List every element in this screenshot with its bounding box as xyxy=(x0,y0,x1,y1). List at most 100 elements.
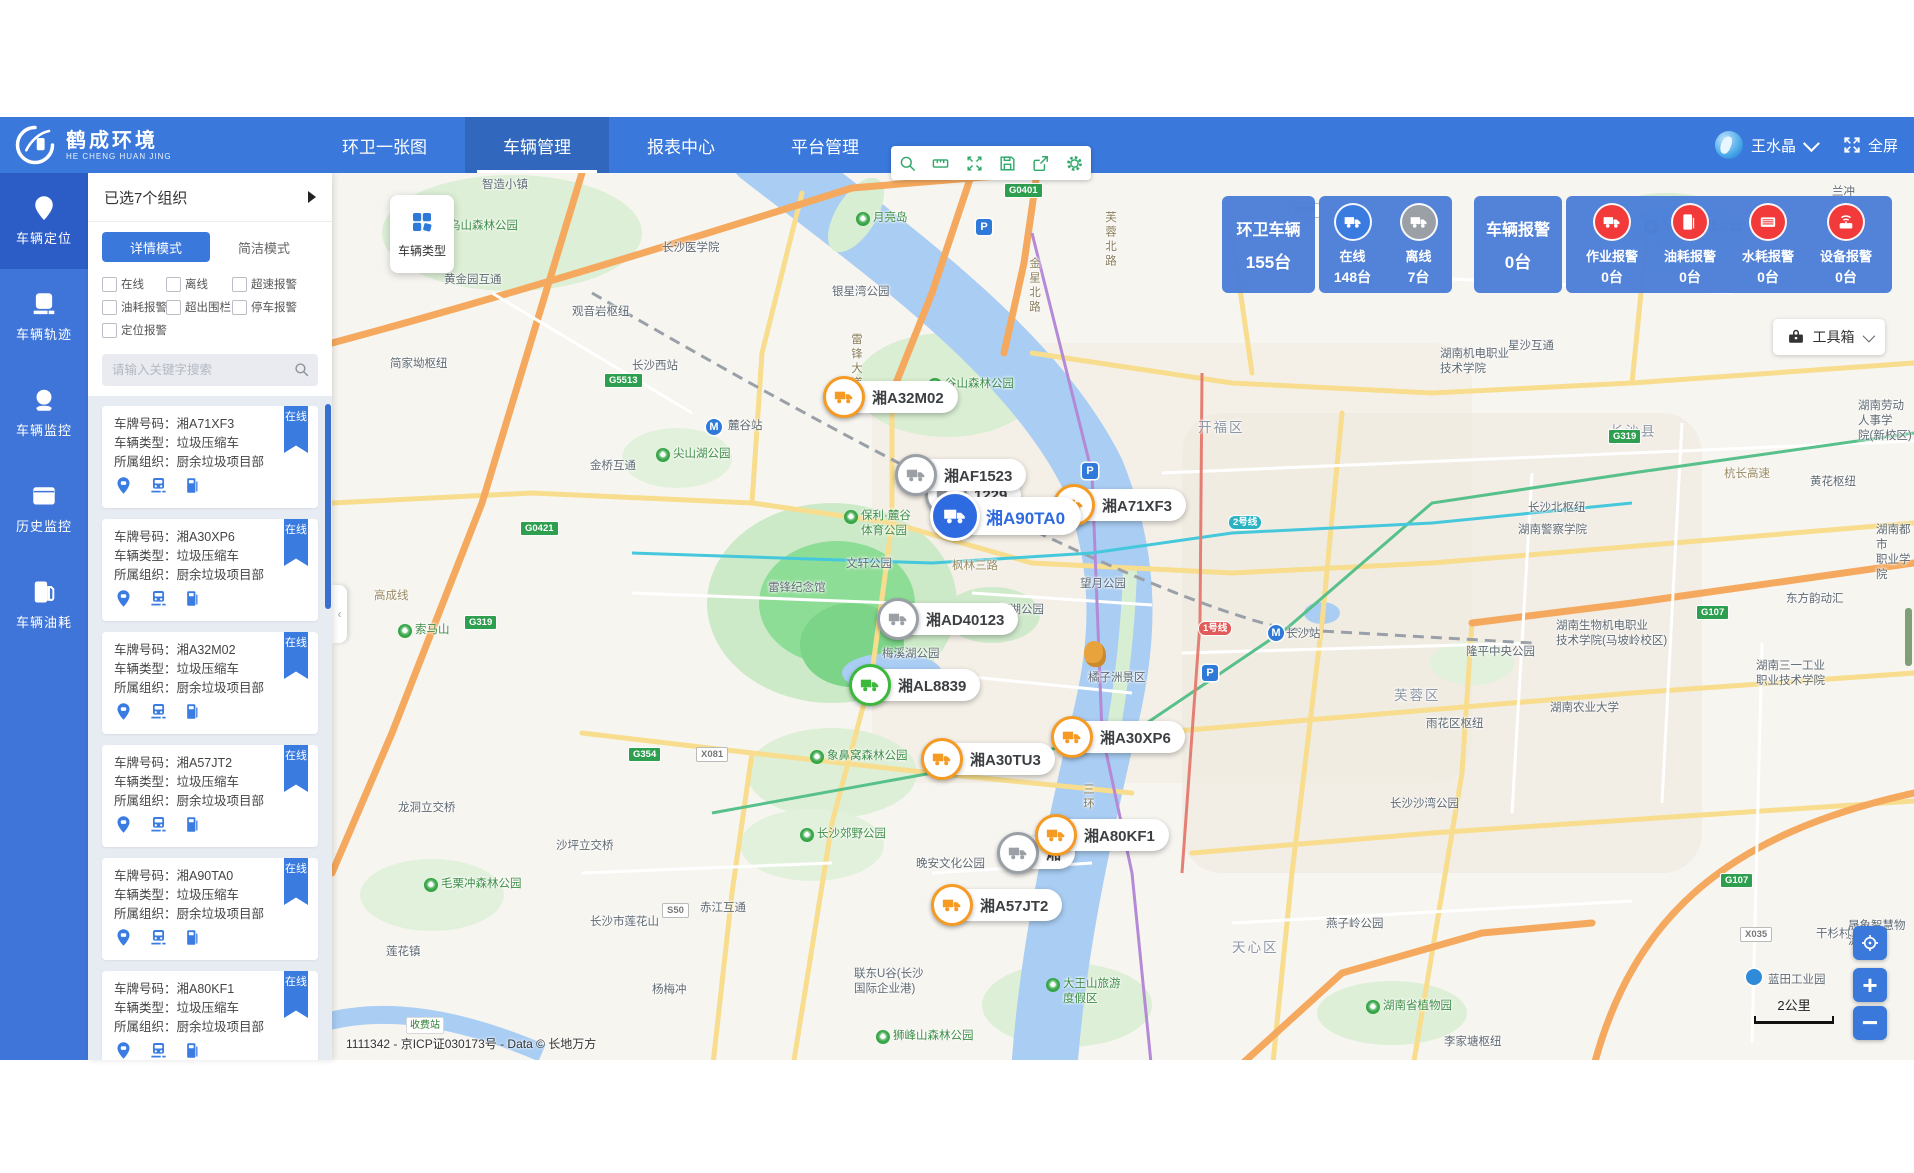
filter-checkbox-超出围栏[interactable]: 超出围栏 xyxy=(166,299,232,315)
vehicle-card[interactable]: 车牌号码：湘A71XF3 车辆类型：垃圾压缩车 所属组织：厨余垃圾项目部 在线 xyxy=(102,406,318,508)
checkbox-icon[interactable] xyxy=(232,277,247,292)
zoom-out-button[interactable]: − xyxy=(1853,1006,1887,1040)
fuel-vehicle-icon[interactable] xyxy=(184,476,203,495)
fuel-vehicle-icon[interactable] xyxy=(184,1041,203,1060)
tab-详情模式[interactable]: 详情模式 xyxy=(102,232,210,262)
checkbox-icon[interactable] xyxy=(102,300,117,315)
nav-item-报表中心[interactable]: 报表中心 xyxy=(609,117,753,173)
nav-item-车辆管理[interactable]: 车辆管理 xyxy=(465,117,609,173)
chevron-down-icon xyxy=(1803,135,1820,152)
track-vehicle-icon[interactable] xyxy=(149,702,168,721)
panel-collapse-handle[interactable]: ‹ xyxy=(332,585,347,643)
vehicle-alarm-label: 车辆报警 xyxy=(1486,216,1550,240)
vehicle-type-button[interactable]: 车辆类型 xyxy=(390,195,454,273)
sidebar-item-车辆定位[interactable]: 车辆定位 xyxy=(0,173,88,269)
fullscreen-icon xyxy=(1842,135,1862,155)
settings-icon[interactable] xyxy=(1065,154,1084,173)
vehicle-marker-湘A32M02[interactable]: 湘A32M02 xyxy=(826,381,958,413)
filter-checkbox-离线[interactable]: 离线 xyxy=(166,276,232,292)
locate-button[interactable] xyxy=(1853,926,1887,960)
checkbox-icon[interactable] xyxy=(166,300,181,315)
map-label-湖南警察学院: 湖南警察学院 xyxy=(1518,523,1587,538)
fuel-vehicle-icon[interactable] xyxy=(184,589,203,608)
park-icon: ♣ xyxy=(1046,978,1060,992)
search-input[interactable] xyxy=(102,354,318,386)
fuel-vehicle-icon[interactable] xyxy=(184,928,203,947)
locate-vehicle-icon[interactable] xyxy=(114,589,133,608)
truck-icon xyxy=(823,376,865,418)
alarm-stat-作业报警[interactable]: 作业报警0台 xyxy=(1575,203,1649,287)
track-vehicle-icon[interactable] xyxy=(149,476,168,495)
fuel-vehicle-icon[interactable] xyxy=(184,815,203,834)
marker-plate: 湘A57JT2 xyxy=(980,895,1048,916)
filter-checkbox-定位报警[interactable]: 定位报警 xyxy=(102,322,166,338)
vehicle-marker-湘A57JT2[interactable]: 湘A57JT2 xyxy=(934,889,1062,921)
vehicle-plate-row: 车牌号码：湘A57JT2 xyxy=(114,754,306,773)
vehicle-card[interactable]: 车牌号码：湘A32M02 车辆类型：垃圾压缩车 所属组织：厨余垃圾项目部 在线 xyxy=(102,632,318,734)
alarm-stat-设备报警[interactable]: 设备报警0台 xyxy=(1809,203,1883,287)
alarm-stat-水耗报警[interactable]: 水耗报警0台 xyxy=(1731,203,1805,287)
locate-vehicle-icon[interactable] xyxy=(114,815,133,834)
vehicle-card[interactable]: 车牌号码：湘A90TA0 车辆类型：垃圾压缩车 所属组织：厨余垃圾项目部 在线 xyxy=(102,858,318,960)
area-search-icon[interactable] xyxy=(898,154,917,173)
vehicle-marker-湘A80KF1[interactable]: 湘A80KF1 xyxy=(1038,819,1169,851)
road-badge-G5513: G5513 xyxy=(604,373,643,388)
org-expand-arrow-icon[interactable] xyxy=(308,191,316,203)
save-icon[interactable] xyxy=(998,154,1017,173)
locate-vehicle-icon[interactable] xyxy=(114,1041,133,1060)
sidebar-item-车辆监控[interactable]: 车辆监控 xyxy=(0,365,88,461)
online-stat[interactable]: 在线 148台 xyxy=(1321,203,1385,287)
vehicle-marker-湘AF1523[interactable]: 湘AF1523 xyxy=(898,459,1026,491)
fuel-vehicle-icon[interactable] xyxy=(184,702,203,721)
filter-checkbox-停车报警[interactable]: 停车报警 xyxy=(232,299,318,315)
checkbox-icon[interactable] xyxy=(166,277,181,292)
toolbox-button[interactable]: 工具箱 xyxy=(1773,319,1885,355)
map-canvas[interactable]: 智造小镇♣乌山森林公园黄金园互通长沙医学院♣月亮岛银星湾公园观音岩枢纽♣谷山森林… xyxy=(332,173,1914,1060)
locate-vehicle-icon[interactable] xyxy=(114,476,133,495)
locate-vehicle-icon[interactable] xyxy=(114,702,133,721)
alarm-stat-油耗报警[interactable]: 油耗报警0台 xyxy=(1653,203,1727,287)
page-scrollbar[interactable] xyxy=(1905,608,1912,666)
export-icon[interactable] xyxy=(1031,154,1050,173)
filter-checkbox-油耗报警[interactable]: 油耗报警 xyxy=(102,299,166,315)
zoom-in-button[interactable]: + xyxy=(1853,968,1887,1002)
tab-简洁模式[interactable]: 简洁模式 xyxy=(210,232,318,262)
sidebar-item-车辆轨迹[interactable]: 车辆轨迹 xyxy=(0,269,88,365)
track-vehicle-icon[interactable] xyxy=(149,928,168,947)
vehicle-marker-湘A30TU3[interactable]: 湘A30TU3 xyxy=(924,743,1055,775)
sidebar-item-历史监控[interactable]: 历史监控 xyxy=(0,461,88,557)
map-label-长沙郊野公园: ♣长沙郊野公园 xyxy=(800,827,886,842)
vehicle-type-row: 车辆类型：垃圾压缩车 xyxy=(114,886,306,905)
checkbox-icon[interactable] xyxy=(232,300,247,315)
truck-icon xyxy=(877,598,919,640)
search-icon[interactable] xyxy=(293,361,310,378)
panel-scrollbar[interactable] xyxy=(325,404,331,609)
vehicle-marker-湘A30XP6[interactable]: 湘A30XP6 xyxy=(1054,721,1185,753)
track-vehicle-icon[interactable] xyxy=(149,1041,168,1060)
track-vehicle-icon[interactable] xyxy=(149,815,168,834)
vehicle-marker-湘AL8839[interactable]: 湘AL8839 xyxy=(852,669,980,701)
map-label-干杉村: 干杉村 xyxy=(1816,927,1851,942)
vehicle-marker-湘AD40123[interactable]: 湘AD40123 xyxy=(880,603,1018,635)
measure-icon[interactable] xyxy=(931,154,950,173)
filter-checkbox-超速报警[interactable]: 超速报警 xyxy=(232,276,318,292)
nav-item-平台管理[interactable]: 平台管理 xyxy=(753,117,897,173)
checkbox-icon[interactable] xyxy=(102,323,117,338)
offline-stat[interactable]: 离线 7台 xyxy=(1387,203,1451,287)
user-menu[interactable]: 王水晶 xyxy=(1715,131,1816,159)
fullscreen-button[interactable]: 全屏 xyxy=(1842,135,1898,156)
vehicle-marker-湘A90TA0[interactable]: 湘A90TA0 xyxy=(934,497,1081,535)
track-vehicle-icon[interactable] xyxy=(149,589,168,608)
locate-vehicle-icon[interactable] xyxy=(114,928,133,947)
filter-checkbox-在线[interactable]: 在线 xyxy=(102,276,166,292)
expand-icon[interactable] xyxy=(965,154,984,173)
vehicle-card[interactable]: 车牌号码：湘A57JT2 车辆类型：垃圾压缩车 所属组织：厨余垃圾项目部 在线 xyxy=(102,745,318,847)
vehicle-card[interactable]: 车牌号码：湘A30XP6 车辆类型：垃圾压缩车 所属组织：厨余垃圾项目部 在线 xyxy=(102,519,318,621)
marker-plate: 湘A80KF1 xyxy=(1084,825,1155,846)
map-label-保利·麓谷体育公园: ♣保利·麓谷 体育公园 xyxy=(844,509,911,539)
park-icon: ♣ xyxy=(856,212,870,226)
nav-item-环卫一张图[interactable]: 环卫一张图 xyxy=(304,117,465,173)
checkbox-icon[interactable] xyxy=(102,277,117,292)
vehicle-card[interactable]: 车牌号码：湘A80KF1 车辆类型：垃圾压缩车 所属组织：厨余垃圾项目部 在线 xyxy=(102,971,318,1060)
sidebar-item-车辆油耗[interactable]: 车辆油耗 xyxy=(0,557,88,653)
